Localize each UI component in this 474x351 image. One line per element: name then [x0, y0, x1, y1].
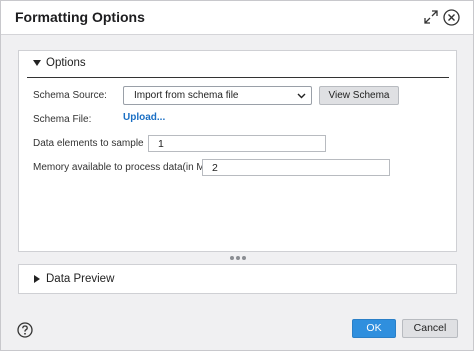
panel-resize-handle[interactable] [228, 255, 248, 261]
help-icon[interactable] [17, 322, 33, 338]
data-elements-input[interactable]: 1 [148, 135, 326, 152]
cancel-button[interactable]: Cancel [402, 319, 458, 338]
section-divider [27, 77, 449, 78]
data-preview-section-label: Data Preview [46, 273, 115, 285]
ok-button[interactable]: OK [352, 319, 396, 338]
options-section-label: Options [46, 57, 86, 69]
dialog-title: Formatting Options [15, 9, 145, 25]
grip-dot [230, 256, 234, 260]
caret-down-icon [33, 60, 41, 66]
options-section-header[interactable]: Options [19, 51, 456, 78]
data-elements-value: 1 [158, 138, 164, 150]
caret-right-icon [34, 275, 40, 283]
data-preview-panel: Data Preview [18, 264, 457, 294]
schema-file-label: Schema File: [33, 114, 92, 125]
options-panel: Options Schema Source: Import from schem… [18, 50, 457, 252]
expand-icon[interactable] [424, 10, 438, 24]
grip-dot [242, 256, 246, 260]
data-preview-section-header[interactable]: Data Preview [19, 265, 456, 292]
schema-source-label: Schema Source: [33, 90, 107, 101]
formatting-options-dialog: Formatting Options Options Schema Source… [0, 0, 474, 351]
grip-dot [236, 256, 240, 260]
chevron-down-icon [297, 93, 306, 99]
upload-link[interactable]: Upload... [123, 112, 165, 123]
view-schema-button[interactable]: View Schema [319, 86, 399, 105]
memory-value: 2 [212, 162, 218, 174]
data-elements-label: Data elements to sample [33, 138, 144, 149]
memory-input[interactable]: 2 [202, 159, 390, 176]
schema-source-value: Import from schema file [134, 90, 239, 101]
memory-label: Memory available to process data(in MB) [33, 162, 215, 173]
close-icon[interactable] [443, 9, 460, 26]
dialog-titlebar: Formatting Options [1, 1, 473, 35]
schema-source-select[interactable]: Import from schema file [123, 86, 312, 105]
